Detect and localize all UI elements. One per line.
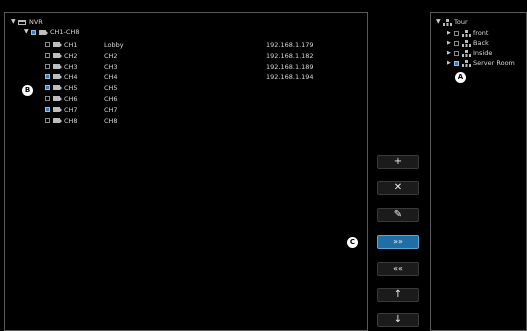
channel-checkbox[interactable] [45,85,50,91]
channel-name[interactable]: CH8 [64,117,78,125]
channel-alias: CH5 [104,84,118,93]
channel-checkbox-row[interactable] [45,42,62,47]
expand-arrow-icon[interactable]: ▼ [11,19,18,25]
channel-checkbox[interactable] [45,96,50,101]
nvr-icon [18,19,26,25]
tour-item[interactable]: ▶ front [447,28,488,38]
tour-item-checkbox[interactable] [454,40,459,46]
channel-checkbox-row[interactable] [45,96,62,101]
channel-checkbox[interactable] [45,117,50,123]
channel-name[interactable]: CH2 [64,52,78,60]
move-up-button[interactable]: ↑ [377,288,419,302]
tour-group-icon [462,60,471,68]
tour-item-checkbox[interactable] [454,30,459,36]
arrow-up-icon: ↑ [393,289,403,300]
expand-arrow-icon[interactable]: ▼ [24,29,31,35]
tour-item[interactable]: ▶ Inside [447,48,492,58]
callout-b: B [22,85,33,96]
channel-checkbox-row[interactable] [45,85,62,91]
channel-checkbox[interactable] [45,52,50,58]
expand-arrow-icon[interactable]: ▶ [447,50,454,56]
tree-node-tour-label: Tour [454,17,468,26]
expand-arrow-icon[interactable]: ▶ [447,30,454,36]
delete-button[interactable]: ✕ [377,181,419,195]
tour-item[interactable]: ▶ Back [447,38,489,48]
camera-icon [53,85,62,91]
callout-a: A [455,72,466,83]
expand-arrow-icon[interactable]: ▼ [436,19,443,25]
channel-checkbox-row[interactable] [45,74,62,80]
tour-group-icon [462,39,471,47]
tour-item-label: Inside [473,49,493,58]
pencil-icon: ✎ [393,209,403,220]
tour-group-icon [462,49,471,57]
move-right-button[interactable]: »» [377,235,419,249]
camera-icon [53,106,62,112]
channel-alias: CH7 [104,105,118,114]
close-icon: ✕ [393,182,403,193]
camera-icon [53,63,62,69]
channel-name[interactable]: CH1 [64,41,78,49]
arrow-down-icon: ↓ [393,314,403,325]
tree-node-nvr-label: NVR [29,17,43,26]
camera-icon [53,42,62,47]
tree-node-group-label: CH1-CH8 [50,27,80,36]
channel-alias: CH3 [104,62,118,71]
channel-alias: Lobby [104,41,124,49]
channel-alias: CH4 [104,73,118,82]
tour-item-label: front [473,28,489,37]
channel-ip: 192.168.1.182 [266,51,314,60]
channel-name[interactable]: CH7 [64,106,78,114]
camera-icon [53,117,62,123]
plus-icon: + [393,156,403,167]
channel-name[interactable]: CH5 [64,84,78,92]
channel-checkbox[interactable] [45,63,50,69]
channel-checkbox-row[interactable] [45,52,62,58]
device-tree-panel [4,12,368,331]
channel-alias: CH6 [104,95,118,103]
edit-button[interactable]: ✎ [377,208,419,222]
channel-ip: 192.168.1.189 [266,62,314,71]
channel-checkbox[interactable] [45,74,50,80]
move-left-button[interactable]: «« [377,262,419,276]
channel-ip: 192.168.1.179 [266,41,314,49]
channel-alias: CH8 [104,116,118,125]
channel-checkbox-row[interactable] [45,63,62,69]
add-button[interactable]: + [377,155,419,169]
channel-name[interactable]: CH4 [64,73,78,81]
channel-alias: CH2 [104,51,118,60]
tour-item-checkbox[interactable] [454,50,459,56]
channel-checkbox[interactable] [45,42,50,47]
expand-arrow-icon[interactable]: ▶ [447,40,454,46]
channel-checkbox[interactable] [45,106,50,112]
tree-node-group[interactable]: ▼ CH1-CH8 [24,27,79,37]
tour-item-label: Server Room [473,59,515,68]
callout-c: C [347,237,358,248]
tour-item[interactable]: ▶ Server Room [447,59,515,69]
double-chevron-right-icon: »» [393,237,403,246]
group-checkbox[interactable] [31,29,36,35]
channel-checkbox-row[interactable] [45,117,62,123]
tree-node-tour[interactable]: ▼ Tour [436,17,468,27]
move-down-button[interactable]: ↓ [377,313,419,327]
channel-checkbox-row[interactable] [45,106,62,112]
tour-group-icon [462,29,471,37]
tour-item-label: Back [473,38,489,47]
channel-name[interactable]: CH3 [64,63,78,71]
camera-icon [53,52,62,58]
expand-arrow-icon[interactable]: ▶ [447,61,454,66]
tour-group-icon [443,18,452,26]
camera-icon [39,29,48,35]
tree-node-nvr[interactable]: ▼ NVR [11,17,43,27]
double-chevron-left-icon: «« [393,264,403,273]
camera-icon [53,74,62,80]
tour-item-checkbox[interactable] [454,61,459,67]
camera-icon [53,96,62,101]
channel-ip: 192.168.1.194 [266,73,314,82]
channel-name[interactable]: CH6 [64,95,78,103]
